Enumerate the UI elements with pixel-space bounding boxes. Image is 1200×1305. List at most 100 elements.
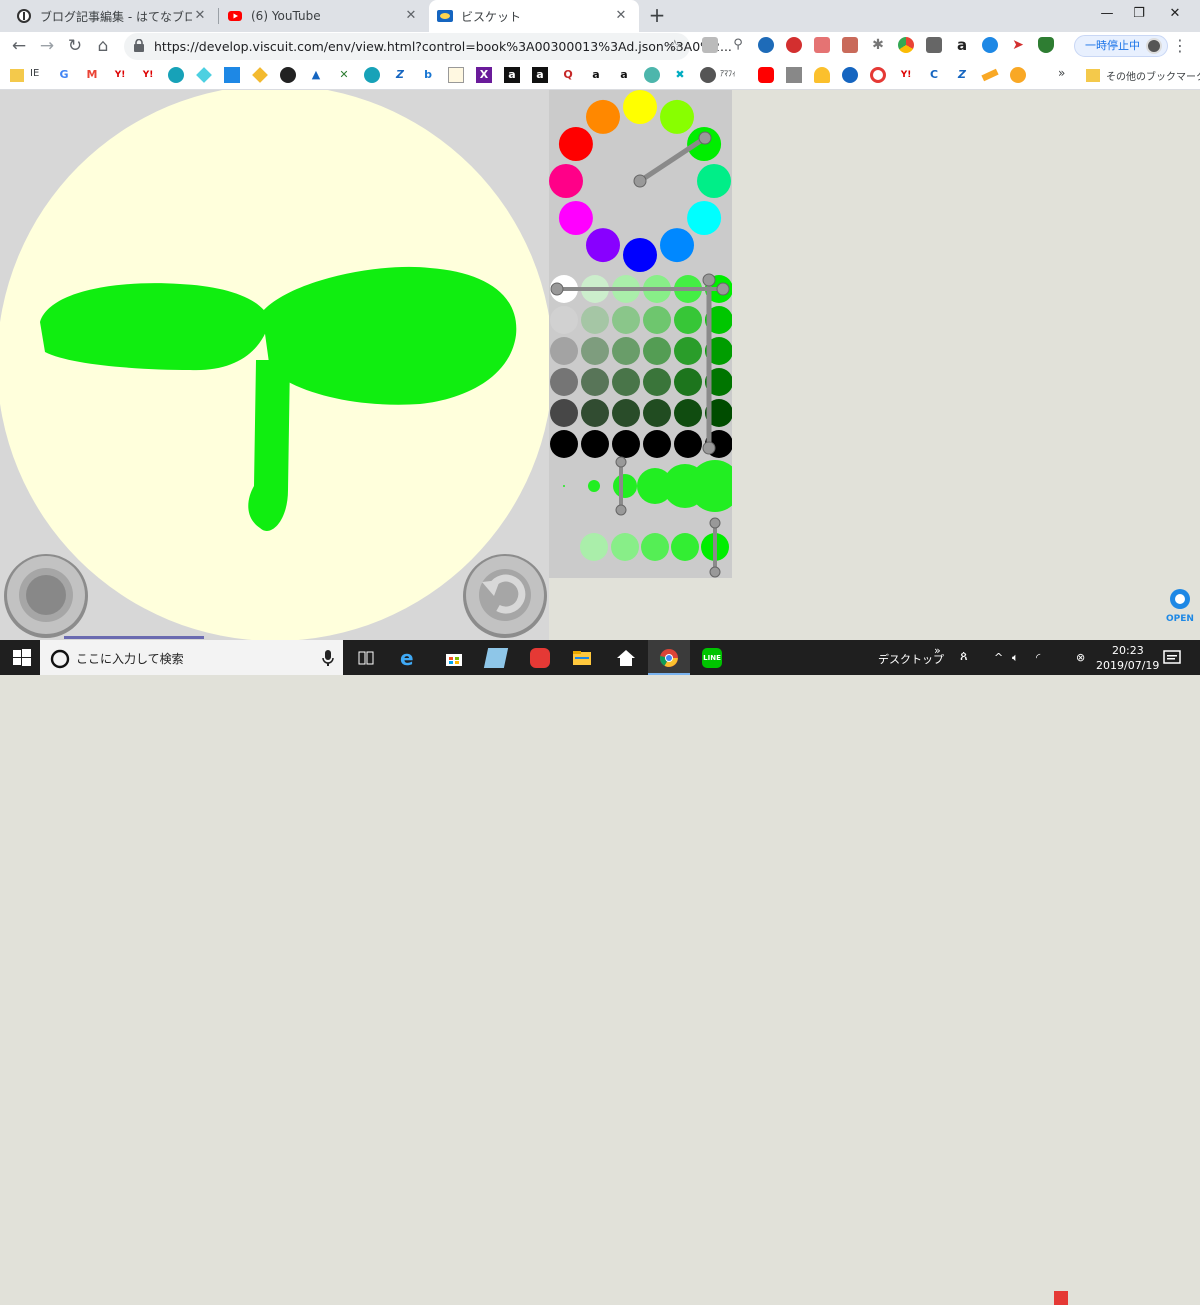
shade-swatch[interactable] xyxy=(674,306,702,334)
bookmark-icon[interactable] xyxy=(168,67,184,83)
amazon-bookmark-icon[interactable]: a xyxy=(588,67,604,83)
reload-button[interactable]: ↻ xyxy=(64,36,86,58)
shade-selector-knob[interactable] xyxy=(702,273,716,287)
bookmark-icon[interactable] xyxy=(814,67,830,83)
shade-swatch[interactable] xyxy=(550,430,578,458)
amazon-extension-icon[interactable]: a xyxy=(954,37,970,53)
shade-swatch[interactable] xyxy=(612,399,640,427)
yahoo-bookmark-icon[interactable]: Y! xyxy=(112,67,128,83)
extension-icon[interactable] xyxy=(758,37,774,53)
gmail-bookmark-icon[interactable]: M xyxy=(84,67,100,83)
color-swatch[interactable] xyxy=(687,201,722,235)
folder-icon[interactable] xyxy=(10,69,24,82)
new-tab-button[interactable]: + xyxy=(646,5,668,27)
bookmark-icon[interactable] xyxy=(786,67,802,83)
bookmark-icon[interactable]: Z xyxy=(954,67,970,83)
store-icon[interactable] xyxy=(444,648,464,668)
play-button[interactable] xyxy=(4,554,88,638)
shade-swatch[interactable] xyxy=(581,368,609,396)
extension-icon[interactable] xyxy=(982,37,998,53)
bookmark-label[interactable]: IE xyxy=(30,68,39,79)
bookmark-icon[interactable] xyxy=(280,67,296,83)
color-swatch[interactable] xyxy=(586,228,620,263)
yahoo-bookmark-icon[interactable]: Y! xyxy=(898,67,914,83)
home-button[interactable]: ⌂ xyxy=(92,36,114,58)
tab-hatena-blog[interactable]: ブログ記事編集 - はてなブログ ✕ xyxy=(0,0,218,32)
clock-date[interactable]: 2019/07/19 xyxy=(1096,659,1159,672)
people-icon[interactable]: ጰ xyxy=(960,649,968,664)
hue-selector-knob[interactable] xyxy=(633,174,647,188)
bookmark-icon[interactable] xyxy=(448,67,464,83)
pdf-extension-icon[interactable] xyxy=(814,37,830,53)
bookmark-icon[interactable] xyxy=(981,68,999,82)
extension-icon[interactable] xyxy=(786,37,802,53)
bookmark-label[interactable]: ｱﾏﾌｨ xyxy=(720,68,736,79)
bookmark-icon[interactable] xyxy=(842,67,858,83)
shade-swatch[interactable] xyxy=(581,399,609,427)
app-icon[interactable] xyxy=(483,648,509,668)
globe-bookmark-icon[interactable] xyxy=(700,67,716,83)
bookmark-icon[interactable]: b xyxy=(420,67,436,83)
extension-icon[interactable] xyxy=(898,37,914,53)
bookmark-icon[interactable]: ✖ xyxy=(672,67,688,83)
taskbar-search-box[interactable]: ここに入力して検索 xyxy=(40,640,343,675)
open-button[interactable]: OPEN xyxy=(1164,588,1196,628)
color-swatch[interactable] xyxy=(623,238,657,272)
shade-swatch[interactable] xyxy=(550,337,578,365)
shade-swatch[interactable] xyxy=(550,368,578,396)
color-swatch[interactable] xyxy=(558,127,593,161)
opacity-knob[interactable] xyxy=(709,566,721,578)
shade-swatch[interactable] xyxy=(612,337,640,365)
hue-selector-knob[interactable] xyxy=(698,131,712,145)
extension-icon[interactable] xyxy=(842,37,858,53)
pen-size-knob[interactable] xyxy=(615,504,627,516)
back-arrow-button[interactable] xyxy=(463,554,547,638)
amazon-bookmark-icon[interactable]: a xyxy=(504,67,520,83)
send-extension-icon[interactable]: ➤ xyxy=(1010,37,1026,53)
app-icon[interactable] xyxy=(530,648,550,668)
pen-size-knob[interactable] xyxy=(615,456,627,468)
binance-bookmark-icon[interactable] xyxy=(252,67,268,83)
opacity-swatch[interactable] xyxy=(671,533,699,561)
volume-icon[interactable]: 🔈︎ xyxy=(1012,651,1019,665)
shield-extension-icon[interactable] xyxy=(1038,37,1054,53)
bookmark-icon[interactable] xyxy=(196,67,212,83)
shade-swatch[interactable] xyxy=(674,368,702,396)
tab-youtube[interactable]: (6) YouTube ✕ xyxy=(219,0,429,32)
microphone-icon[interactable] xyxy=(318,648,338,668)
bookmark-icon[interactable] xyxy=(224,67,240,83)
color-swatch[interactable] xyxy=(586,99,620,134)
bookmark-icon[interactable] xyxy=(870,67,886,83)
shade-swatch[interactable] xyxy=(643,399,671,427)
bookmark-icon[interactable]: X xyxy=(476,67,492,83)
close-tab-icon[interactable]: ✕ xyxy=(403,8,419,24)
bookmark-icon[interactable] xyxy=(644,67,660,83)
bookmark-icon[interactable] xyxy=(364,67,380,83)
file-explorer-icon[interactable] xyxy=(572,648,592,668)
color-palette[interactable] xyxy=(549,90,732,578)
bookmark-icon[interactable]: ▲ xyxy=(308,67,324,83)
folder-icon[interactable] xyxy=(1086,69,1100,82)
line-app-icon[interactable]: LINE xyxy=(702,648,722,668)
close-tab-icon[interactable]: ✕ xyxy=(613,8,629,24)
close-tab-icon[interactable]: ✕ xyxy=(192,8,208,24)
forward-button[interactable]: → xyxy=(36,36,58,58)
bookmark-star-icon[interactable]: ☆ xyxy=(668,36,682,55)
puzzle-extension-icon[interactable]: ✱ xyxy=(870,37,886,53)
stage-canvas[interactable] xyxy=(0,90,549,640)
line-extension-icon[interactable] xyxy=(926,37,942,53)
yahoo-bookmark-icon[interactable]: Y! xyxy=(140,67,156,83)
shade-swatch[interactable] xyxy=(612,368,640,396)
other-bookmarks-label[interactable]: その他のブックマーク xyxy=(1106,68,1200,83)
shade-swatch[interactable] xyxy=(643,368,671,396)
chrome-taskbar-button[interactable] xyxy=(648,640,690,675)
color-swatch[interactable] xyxy=(697,164,731,198)
notification-badge-icon[interactable] xyxy=(1054,1291,1068,1305)
shade-swatch[interactable] xyxy=(550,399,578,427)
search-extension-icon[interactable]: ⚲ xyxy=(730,37,746,53)
opacity-swatch[interactable] xyxy=(641,533,669,561)
bookmark-icon[interactable]: C xyxy=(926,67,942,83)
tab-viscuit[interactable]: ビスケット ✕ xyxy=(429,0,639,32)
address-bar[interactable]: https://develop.viscuit.com/env/view.htm… xyxy=(124,33,732,60)
color-swatch[interactable] xyxy=(558,201,593,235)
